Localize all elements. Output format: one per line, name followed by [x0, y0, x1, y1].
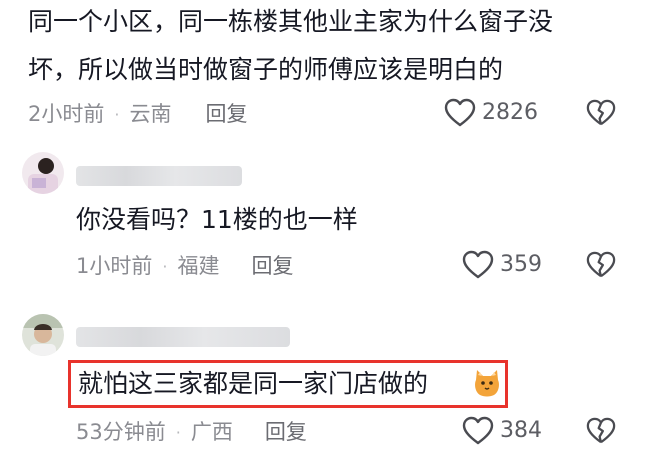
avatar[interactable]	[22, 152, 64, 194]
reply-button[interactable]: 回复	[251, 252, 293, 280]
meta-separator: ·	[162, 256, 168, 276]
comment-1-text-line2: 坏，所以做当时做窗子的师傅应该是明白的	[28, 55, 504, 84]
dislike-button[interactable]	[586, 250, 616, 280]
reply-button[interactable]: 回复	[205, 100, 247, 128]
comment-3-location: 广西	[190, 420, 233, 444]
comment-1-location: 云南	[129, 102, 172, 126]
meta-separator: ·	[114, 104, 120, 124]
like-count: 359	[500, 252, 542, 277]
comment-2-location: 福建	[177, 254, 220, 278]
comment-2-text: 你没看吗？11楼的也一样	[76, 205, 358, 234]
username-redacted[interactable]	[76, 166, 242, 186]
comment-3-text: 就怕这三家都是同一家门店做的	[78, 369, 429, 398]
broken-heart-icon	[586, 416, 616, 446]
heart-outline-icon	[462, 250, 494, 280]
comment-3-meta: 53分钟前 · 广西 回复	[76, 418, 307, 446]
avatar[interactable]	[22, 314, 64, 356]
comment-2-time: 1小时前	[76, 254, 153, 278]
meta-separator: ·	[175, 422, 181, 442]
dislike-button[interactable]	[586, 98, 616, 128]
heart-outline-icon	[462, 416, 494, 446]
like-count: 384	[500, 418, 542, 443]
comment-3-time: 53分钟前	[76, 420, 166, 444]
reply-button[interactable]: 回复	[265, 418, 307, 446]
broken-heart-icon	[586, 98, 616, 128]
like-button[interactable]: 359	[462, 250, 542, 280]
username-redacted[interactable]	[76, 327, 290, 347]
heart-outline-icon	[444, 98, 476, 128]
like-button[interactable]: 384	[462, 416, 542, 446]
cat-emoji-icon	[472, 368, 502, 398]
comment-2-meta: 1小时前 · 福建 回复	[76, 252, 293, 280]
comment-1-time: 2小时前	[28, 102, 105, 126]
comment-1-text-line1: 同一个小区，同一栋楼其他业主家为什么窗子没	[28, 7, 554, 36]
broken-heart-icon	[586, 250, 616, 280]
dislike-button[interactable]	[586, 416, 616, 446]
comment-1-meta: 2小时前 · 云南 回复	[28, 100, 247, 128]
like-button[interactable]: 2826	[444, 98, 538, 128]
like-count: 2826	[482, 100, 538, 125]
